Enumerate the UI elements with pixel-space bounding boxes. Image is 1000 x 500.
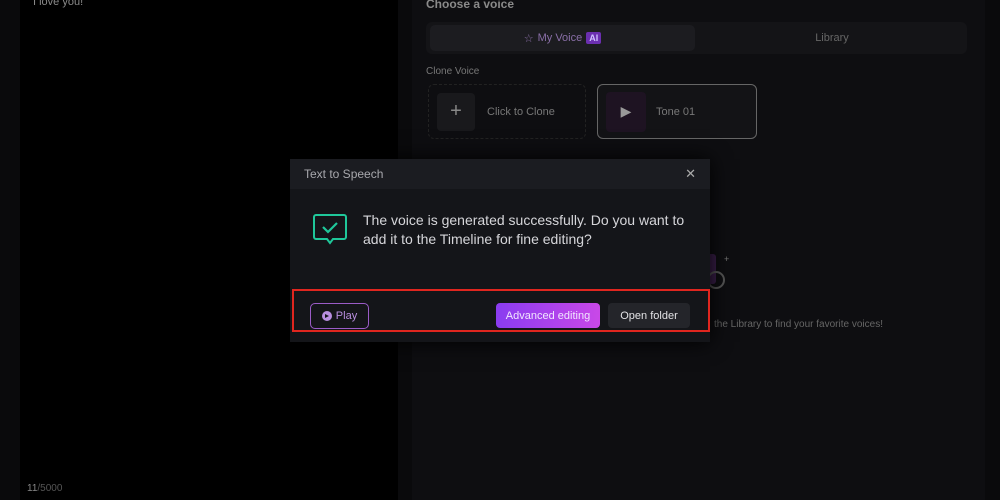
voice-icon: ▶ — [606, 91, 646, 132]
success-check-icon — [313, 214, 347, 245]
star-icon: ☆ — [523, 32, 534, 45]
dialog-message: The voice is generated successfully. Do … — [363, 212, 685, 247]
ai-badge: AI — [586, 32, 602, 44]
dialog-title: Text to Speech — [304, 167, 384, 181]
click-to-clone-button[interactable]: + Click to Clone — [428, 84, 586, 139]
plus-icon: + — [437, 92, 475, 131]
dialog-header: Text to Speech ✕ — [290, 159, 710, 189]
close-icon[interactable]: ✕ — [685, 166, 696, 182]
char-count: 11/5000 — [27, 483, 63, 494]
tone-01-card[interactable]: ▶ Tone 01 — [597, 84, 757, 139]
clone-voice-label: Clone Voice — [426, 66, 480, 77]
choose-voice-heading: Choose a voice — [426, 0, 515, 11]
play-button[interactable]: Play — [310, 303, 369, 329]
svg-text:+: + — [724, 254, 729, 264]
voice-tabs: ☆ My Voice AI Library — [426, 22, 967, 54]
open-folder-button[interactable]: Open folder — [608, 303, 690, 328]
tab-library[interactable]: Library — [701, 25, 963, 51]
play-icon — [321, 311, 332, 321]
text-to-speech-dialog: Text to Speech ✕ The voice is generated … — [290, 159, 710, 342]
library-hint: the Library to find your favorite voices… — [714, 319, 883, 330]
tab-my-voice[interactable]: ☆ My Voice AI — [430, 25, 695, 51]
editor-text: I love you! — [33, 0, 84, 8]
advanced-editing-button[interactable]: Advanced editing — [496, 303, 600, 328]
